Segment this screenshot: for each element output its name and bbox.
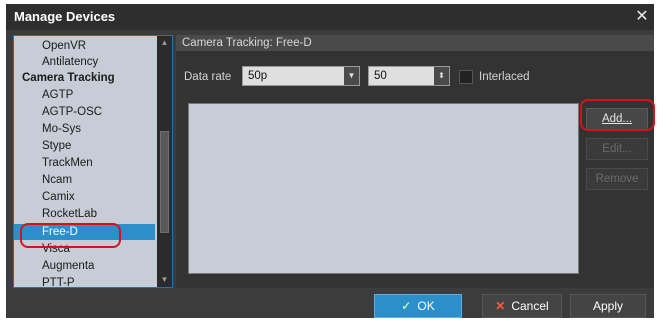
cancel-button[interactable]: ✕ Cancel [482, 294, 562, 318]
dialog-title: Manage Devices [14, 9, 116, 24]
data-rate-value: 50p [248, 70, 268, 82]
apply-button[interactable]: Apply [570, 294, 646, 318]
dialog-footer: ✓ OK ✕ Cancel Apply [6, 292, 654, 318]
rate-number-value: 50 [374, 70, 387, 82]
data-rate-select[interactable]: 50p ▼ [242, 66, 360, 86]
edit-button[interactable]: Edit... [586, 138, 648, 160]
list-item[interactable]: TrackMen [14, 155, 155, 171]
device-detail-panel: Camera Tracking: Free-D Data rate 50p ▼ … [176, 35, 654, 288]
list-item[interactable]: OpenVR [14, 38, 155, 54]
list-item[interactable]: Ncam [14, 172, 155, 188]
section-title: Camera Tracking: Free-D [176, 35, 654, 51]
title-bar: Manage Devices ✕ [6, 4, 654, 30]
list-item[interactable]: Stype [14, 138, 155, 154]
cancel-label: Cancel [511, 299, 549, 313]
scroll-up-icon[interactable]: ▲ [157, 36, 172, 50]
list-item[interactable]: Mo-Sys [14, 121, 155, 137]
list-item[interactable]: AGTP-OSC [14, 104, 155, 120]
chevron-down-icon[interactable]: ▼ [344, 67, 359, 85]
list-category[interactable]: Camera Tracking [14, 70, 155, 86]
remove-button[interactable]: Remove [586, 168, 648, 190]
highlight-add [580, 99, 655, 131]
list-item[interactable]: Antilatency [14, 54, 155, 70]
x-icon: ✕ [495, 299, 506, 313]
scrollbar-thumb[interactable] [160, 131, 169, 233]
spinner-icon[interactable]: ⬍ [434, 67, 449, 85]
interlaced-checkbox[interactable] [459, 70, 473, 84]
list-item[interactable]: RocketLab [14, 206, 155, 222]
close-icon[interactable]: ✕ [630, 6, 654, 28]
list-item[interactable]: PTT-P [14, 275, 155, 287]
ok-label: OK [417, 299, 435, 313]
list-item[interactable]: Camix [14, 189, 155, 205]
data-rate-label: Data rate [184, 71, 232, 83]
highlight-free-d [20, 223, 121, 248]
device-list[interactable]: OpenVR Antilatency Camera Tracking AGTP … [13, 35, 173, 288]
device-config-list[interactable] [188, 103, 579, 274]
ok-button[interactable]: ✓ OK [374, 294, 462, 318]
list-item[interactable]: Augmenta [14, 258, 155, 274]
rate-number-spinner[interactable]: 50 ⬍ [368, 66, 450, 86]
list-scrollbar[interactable]: ▲ ▼ [157, 36, 172, 287]
list-item[interactable]: AGTP [14, 87, 155, 103]
manage-devices-dialog: Manage Devices ✕ OpenVR Antilatency Came… [6, 4, 655, 318]
interlaced-label: Interlaced [479, 71, 530, 83]
scroll-down-icon[interactable]: ▼ [157, 273, 172, 287]
checkmark-icon: ✓ [401, 299, 412, 313]
